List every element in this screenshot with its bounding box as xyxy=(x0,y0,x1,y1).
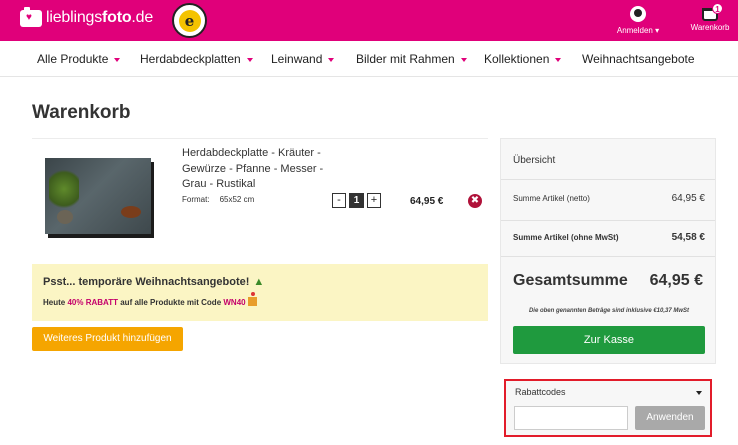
coupon-code-input[interactable] xyxy=(514,406,628,430)
cart-count-badge: 1 xyxy=(712,3,723,14)
cart-link[interactable]: 1 Warenkorb xyxy=(686,3,734,32)
chevron-down-icon xyxy=(555,57,562,62)
net-total-amount: 64,95 € xyxy=(671,193,705,204)
grand-total-amount: 64,95 € xyxy=(649,272,703,289)
nav-item-leinwand[interactable]: Leinwand xyxy=(271,52,335,66)
product-format: Format: 65x52 cm xyxy=(182,195,255,204)
order-summary: Übersicht Summe Artikel (netto) 64,95 € … xyxy=(500,138,716,364)
trusted-shops-icon: e xyxy=(178,9,201,32)
promo-title: Psst... temporäre Weihnachtsangebote! ▲ xyxy=(43,276,265,288)
user-icon xyxy=(630,6,646,22)
divider xyxy=(32,138,488,139)
chevron-down-icon xyxy=(246,57,253,62)
nav-item-kollektionen[interactable]: Kollektionen xyxy=(484,52,562,66)
net-total-row: Summe Artikel (netto) 64,95 € xyxy=(513,193,705,204)
main-navigation: Alle Produkte Herdabdeckplatten Leinwand… xyxy=(0,41,738,77)
gift-icon xyxy=(247,292,257,306)
quantity-increase-button[interactable]: + xyxy=(367,193,381,208)
no-vat-total-amount: 54,58 € xyxy=(671,232,705,243)
camera-heart-icon: ♥ xyxy=(20,6,42,27)
checkout-button[interactable]: Zur Kasse xyxy=(513,326,705,354)
divider xyxy=(501,179,715,180)
quantity-value[interactable]: 1 xyxy=(349,193,364,208)
nav-item-herdabdeckplatten[interactable]: Herdabdeckplatten xyxy=(140,52,253,66)
chevron-down-icon xyxy=(460,57,467,62)
logo-text: lieblingsfoto.de xyxy=(46,9,154,26)
item-price: 64,95 € xyxy=(410,196,444,207)
chevron-down-icon xyxy=(328,57,335,62)
product-image[interactable] xyxy=(45,158,151,238)
product-title[interactable]: Herdabdeckplatte - Kräuter - Gewürze - P… xyxy=(182,146,327,193)
remove-item-icon[interactable]: ✖ xyxy=(468,194,482,208)
top-bar: ♥ lieblingsfoto.de e Anmelden ▾ 1 Warenk… xyxy=(0,0,738,41)
coupon-panel: Rabattcodes Anwenden xyxy=(504,379,712,437)
no-vat-total-row: Summe Artikel (ohne MwSt) 54,58 € xyxy=(513,232,705,243)
page-title: Warenkorb xyxy=(32,102,131,123)
trusted-shops-badge[interactable]: e xyxy=(172,3,207,38)
nav-item-bilder-mit-rahmen[interactable]: Bilder mit Rahmen xyxy=(356,52,467,66)
tax-note: Die oben genannten Beträge sind inklusiv… xyxy=(528,308,690,314)
grand-total-label: Gesamtsumme xyxy=(513,272,628,289)
chevron-down-icon[interactable] xyxy=(696,391,702,395)
cart-label: Warenkorb xyxy=(690,23,730,32)
summary-title: Übersicht xyxy=(513,155,556,166)
promo-text: Heute 40% RABATT auf alle Produkte mit C… xyxy=(43,292,257,307)
quantity-stepper: - 1 + xyxy=(332,193,381,208)
apply-coupon-button[interactable]: Anwenden xyxy=(635,406,705,430)
nav-item-alle-produkte[interactable]: Alle Produkte xyxy=(37,52,121,66)
coupon-title[interactable]: Rabattcodes xyxy=(515,387,566,397)
divider xyxy=(501,220,715,221)
account-label: Anmelden ▾ xyxy=(616,26,660,35)
nav-item-weihnachtsangebote[interactable]: Weihnachtsangebote xyxy=(582,52,695,66)
add-product-button[interactable]: Weiteres Produkt hinzufügen xyxy=(32,327,183,351)
promo-banner: Psst... temporäre Weihnachtsangebote! ▲ H… xyxy=(32,264,488,321)
account-login[interactable]: Anmelden ▾ xyxy=(612,6,664,35)
divider xyxy=(501,256,715,257)
christmas-tree-icon: ▲ xyxy=(253,276,265,288)
site-logo[interactable]: ♥ lieblingsfoto.de xyxy=(20,6,154,27)
chevron-down-icon xyxy=(114,57,121,62)
quantity-decrease-button[interactable]: - xyxy=(332,193,346,208)
